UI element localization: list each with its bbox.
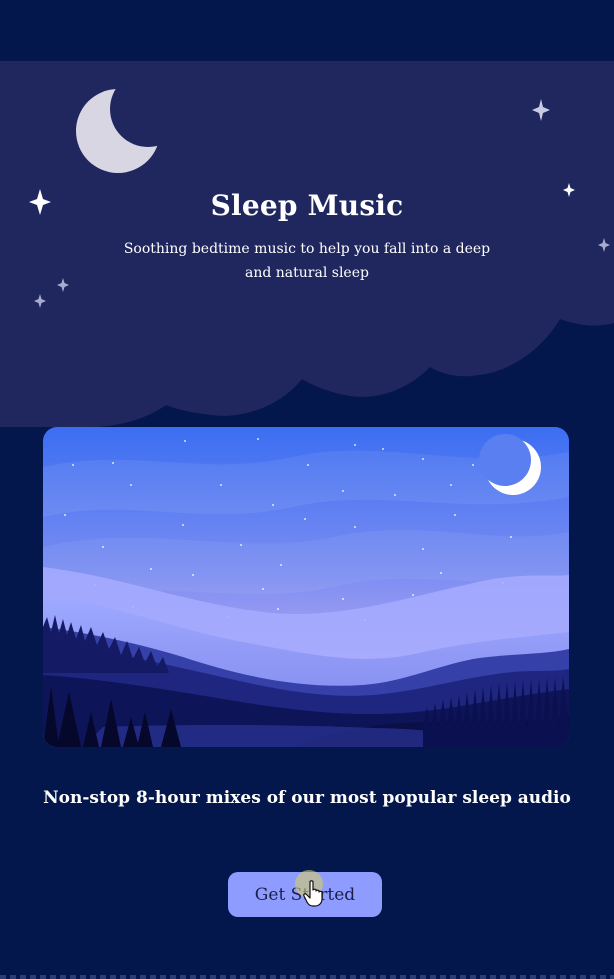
get-started-button[interactable]: Get Started bbox=[228, 872, 382, 917]
sleep-music-screen: Sleep Music Soothing bedtime music to he… bbox=[0, 0, 614, 979]
page-subtitle: Soothing bedtime music to help you fall … bbox=[123, 241, 491, 281]
top-band bbox=[0, 0, 614, 61]
bottom-divider bbox=[0, 975, 614, 979]
page-title: Sleep Music bbox=[210, 189, 404, 222]
hero-section: Sleep Music Soothing bedtime music to he… bbox=[0, 61, 614, 427]
night-landscape-illustration bbox=[43, 427, 569, 747]
tagline: Non-stop 8-hour mixes of our most popula… bbox=[43, 788, 571, 808]
